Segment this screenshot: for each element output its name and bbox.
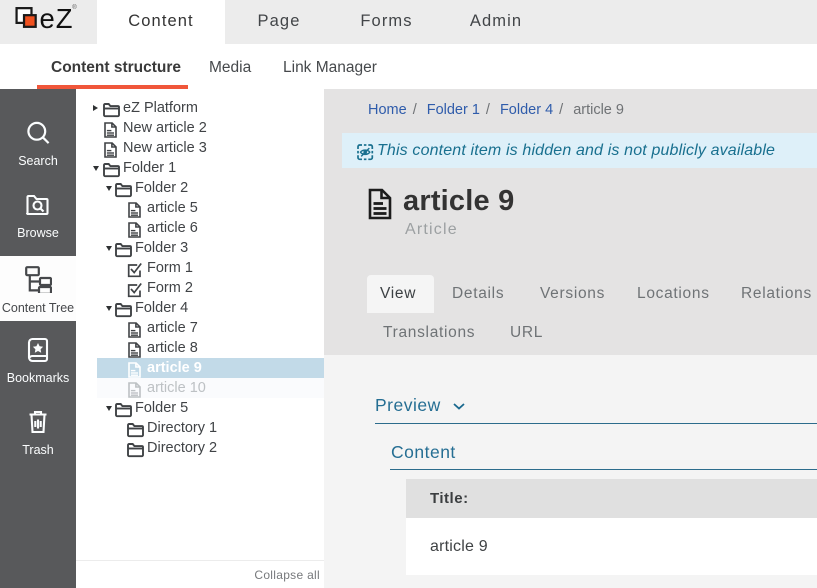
svg-text:®: ® (72, 4, 77, 11)
svg-text:eZ: eZ (40, 3, 74, 34)
